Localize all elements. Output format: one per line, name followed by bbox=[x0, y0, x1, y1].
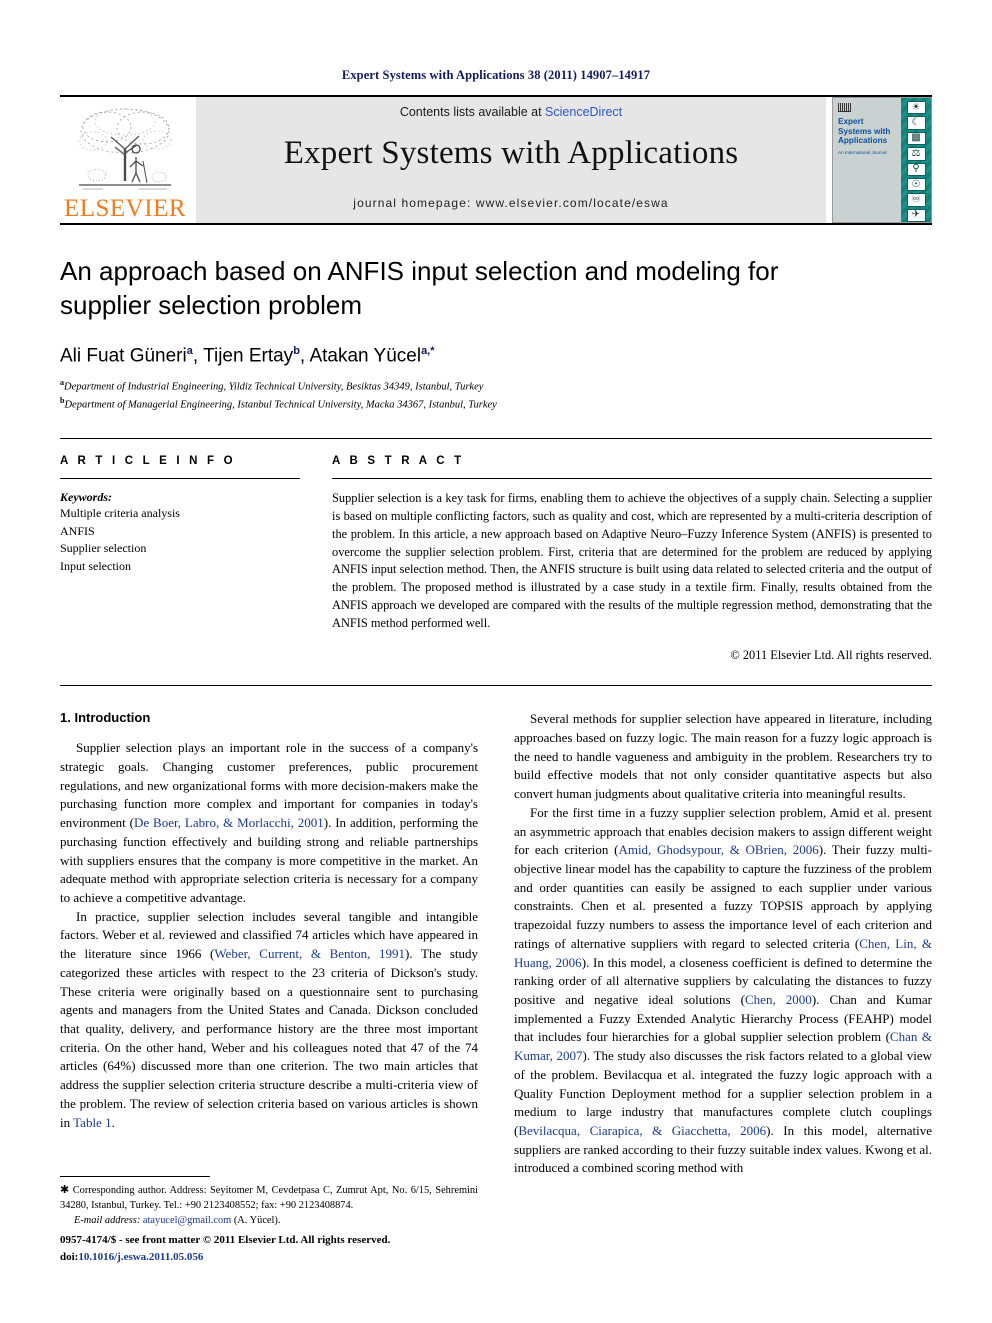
citation-link[interactable]: Weber, Current, & Benton, 1991 bbox=[214, 946, 405, 961]
paragraph: Several methods for supplier selection h… bbox=[514, 711, 932, 802]
masthead-bottom-rule bbox=[60, 223, 932, 225]
author-name-1: Ali Fuat Güneri bbox=[60, 344, 187, 366]
abstract-column: A B S T R A C T Supplier selection is a … bbox=[332, 455, 932, 663]
abstract-copyright: © 2011 Elsevier Ltd. All rights reserved… bbox=[730, 648, 932, 663]
journal-band: Contents lists available at ScienceDirec… bbox=[196, 97, 826, 223]
author-name-3: Atakan Yücel bbox=[309, 344, 422, 366]
cover-title: Expert Systems with Applications bbox=[838, 117, 891, 146]
doi-link[interactable]: 10.1016/j.eswa.2011.05.056 bbox=[78, 1251, 203, 1263]
footnote-block: ✱ Corresponding author. Address: Seyitom… bbox=[60, 1176, 478, 1226]
table-link[interactable]: Table 1 bbox=[73, 1115, 111, 1130]
contents-available-line: Contents lists available at ScienceDirec… bbox=[400, 105, 622, 119]
moon-icon: ☾ bbox=[906, 116, 926, 130]
sciencedirect-link[interactable]: ScienceDirect bbox=[545, 105, 622, 119]
article-info-rule bbox=[60, 478, 300, 480]
aircraft-icon: ✈ bbox=[906, 208, 926, 222]
microscope-icon: ⚲ bbox=[906, 162, 926, 176]
author-mark-3: a,* bbox=[421, 344, 435, 357]
citation-link[interactable]: De Boer, Labro, & Morlacchi, 2001 bbox=[134, 815, 324, 830]
article-body: 1. Introduction Supplier selection plays… bbox=[60, 710, 932, 1178]
abstract-bottom-rule bbox=[60, 685, 932, 687]
corresponding-author-text: Corresponding author. Address: Seyitomer… bbox=[60, 1185, 478, 1211]
info-abstract-region: A R T I C L E I N F O Keywords: Multiple… bbox=[60, 438, 932, 663]
journal-masthead: ELSEVIER Contents lists available at Sci… bbox=[60, 95, 932, 223]
doi-line: doi:10.1016/j.eswa.2011.05.056 bbox=[60, 1249, 490, 1266]
citation-link[interactable]: Chan & Kumar, 2007 bbox=[514, 1029, 932, 1063]
globe-icon: ☀ bbox=[906, 101, 926, 115]
author-mark-1: a bbox=[186, 344, 193, 357]
affiliation-text-a: Department of Industrial Engineering, Yi… bbox=[64, 381, 484, 393]
footnote-rule bbox=[60, 1176, 210, 1177]
paragraph: In practice, supplier selection includes… bbox=[60, 908, 479, 1130]
paragraph: Supplier selection plays an important ro… bbox=[60, 740, 478, 905]
elsevier-logo: ELSEVIER bbox=[60, 97, 190, 223]
paragraph: For the first time in a fuzzy supplier s… bbox=[514, 804, 933, 1176]
article-info-heading: A R T I C L E I N F O bbox=[60, 455, 236, 468]
abstract-heading: A B S T R A C T bbox=[332, 455, 465, 468]
citation-link[interactable]: Amid, Ghodsypour, & OBrien, 2006 bbox=[618, 842, 818, 857]
email-note: E-mail address: atayucel@gmail.com (A. Y… bbox=[60, 1215, 478, 1226]
doi-label: doi: bbox=[60, 1250, 79, 1263]
bar-chart-icon: ▩ bbox=[906, 131, 926, 146]
cover-barcode-icon bbox=[838, 103, 851, 112]
journal-title: Expert Systems with Applications bbox=[283, 135, 739, 171]
article-page: Expert Systems with Applications 38 (201… bbox=[0, 0, 992, 1323]
email-owner: (A. Yücel). bbox=[233, 1214, 281, 1226]
contents-available-text: Contents lists available at bbox=[399, 105, 546, 119]
keywords-label: Keywords: bbox=[60, 490, 112, 505]
body-column-left: 1. Introduction Supplier selection plays… bbox=[60, 710, 478, 1178]
article-info-column: A R T I C L E I N F O Keywords: Multiple… bbox=[60, 455, 300, 663]
affiliation-b: bDepartment of Managerial Engineering, I… bbox=[60, 395, 932, 413]
author-mark-2: b bbox=[293, 344, 300, 357]
cover-subtitle: An International Journal bbox=[838, 150, 887, 156]
affiliation-a: aDepartment of Industrial Engineering, Y… bbox=[60, 377, 932, 395]
citation-link[interactable]: Bevilacqua, Ciarapica, & Giacchetta, 200… bbox=[518, 1123, 766, 1138]
corresponding-author-mark: ✱ bbox=[60, 1184, 70, 1196]
satellite-icon: ☉ bbox=[906, 177, 926, 192]
running-head: Expert Systems with Applications 38 (201… bbox=[341, 68, 651, 82]
author-name-2: Tijen Ertay bbox=[203, 344, 294, 366]
issn-copyright-line: 0957-4174/$ - see front matter © 2011 El… bbox=[60, 1234, 391, 1246]
abstract-text: Supplier selection is a key task for fir… bbox=[332, 491, 932, 630]
journal-homepage-link[interactable]: journal homepage: www.elsevier.com/locat… bbox=[353, 196, 668, 210]
abstract-rule bbox=[332, 478, 932, 480]
affiliation-text-b: Department of Managerial Engineering, Is… bbox=[64, 399, 497, 411]
email-label: E-mail address: bbox=[74, 1214, 141, 1226]
keyword-item: ANFIS bbox=[60, 523, 95, 538]
elsevier-tree-icon bbox=[78, 108, 172, 190]
corresponding-author-note: ✱ Corresponding author. Address: Seyitom… bbox=[60, 1183, 478, 1214]
cover-icon-strip: ☀ ☾ ▩ ⚖ ⚲ ☉ ♾ ✈ bbox=[901, 98, 931, 222]
citation-link[interactable]: Chen, Lin, & Huang, 2006 bbox=[514, 936, 932, 970]
page-title: An approach based on ANFIS input selecti… bbox=[60, 256, 779, 320]
keyword-item: Input selection bbox=[60, 558, 131, 573]
keyword-item: Supplier selection bbox=[60, 541, 147, 556]
journal-cover-thumbnail[interactable]: Expert Systems with Applications An Inte… bbox=[832, 97, 932, 223]
section-title-introduction: 1. Introduction bbox=[60, 710, 151, 726]
affiliation-list: aDepartment of Industrial Engineering, Y… bbox=[60, 377, 932, 412]
cover-left-panel: Expert Systems with Applications An Inte… bbox=[833, 98, 901, 222]
body-column-right: Several methods for supplier selection h… bbox=[514, 710, 932, 1178]
citation-link[interactable]: Chen, 2000 bbox=[745, 992, 812, 1007]
keyword-item: Multiple criteria analysis bbox=[60, 506, 180, 521]
flask-icon: ♾ bbox=[906, 193, 926, 207]
elsevier-wordmark: ELSEVIER bbox=[63, 195, 187, 222]
page-footer: 0957-4174/$ - see front matter © 2011 El… bbox=[60, 1232, 490, 1265]
email-link[interactable]: atayucel@gmail.com bbox=[143, 1215, 231, 1226]
scales-icon: ⚖ bbox=[906, 147, 926, 161]
author-list: Ali Fuat Güneria, Tijen Ertayb, Atakan Y… bbox=[60, 344, 435, 366]
